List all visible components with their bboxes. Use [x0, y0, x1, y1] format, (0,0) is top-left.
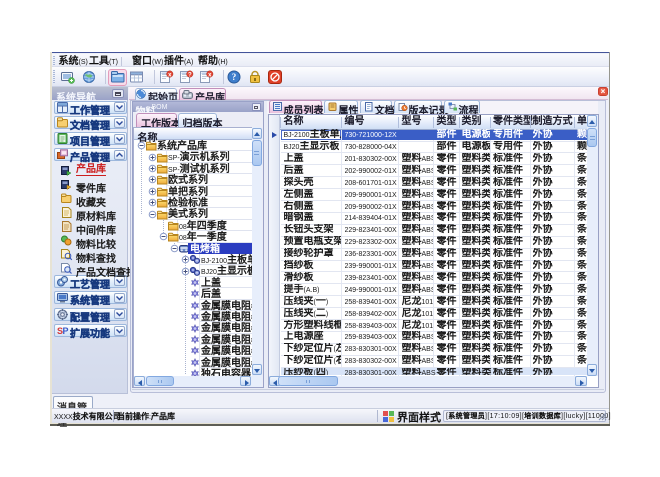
svg-text:?: ? [188, 72, 192, 78]
svg-text:P: P [62, 326, 68, 336]
svg-text:?: ? [232, 72, 237, 82]
